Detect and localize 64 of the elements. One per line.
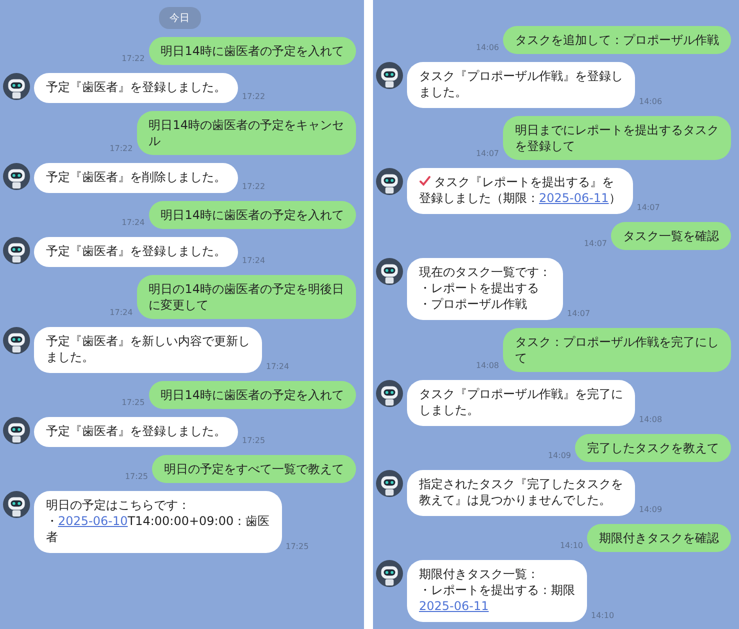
message-time: 14:09 [639,505,662,514]
user-message: 明日の予定をすべて一覧で教えて [152,455,356,483]
message-time: 14:07 [476,149,499,158]
message-time: 17:24 [266,362,290,371]
bot-message: 予定『歯医者』を登録しました。 [34,417,238,447]
message-time: 17:24 [122,218,145,227]
bot-message: 予定『歯医者』を登録しました。 [34,237,238,267]
message-time: 14:07 [567,309,590,318]
message-time: 14:07 [636,203,660,212]
message-time: 17:25 [242,436,266,445]
user-message: 期限付きタスクを確認 [587,524,731,552]
message-time: 14:08 [639,415,662,424]
robot-avatar-icon [3,163,30,190]
bot-message: 期限付きタスク一覧： ・レポートを提出する：期限 2025-06-11 [407,560,587,622]
robot-avatar-icon [376,168,403,195]
user-message: タスクを追加して：プロポーザル作戦 [503,26,731,54]
robot-avatar-icon [376,258,403,285]
message-time: 17:25 [122,398,145,407]
message-time: 14:06 [476,43,499,52]
user-message: 明日14時の歯医者の予定をキャンセ ル [136,111,356,155]
user-message: 明日14時に歯医者の予定を入れて [148,381,356,409]
message-time: 17:24 [110,308,133,317]
user-message: 明日14時に歯医者の予定を入れて [148,201,356,229]
bot-message: タスク『プロポーザル作戦』を完了に しました。 [407,380,635,426]
bot-message: 予定『歯医者』を新しい内容で更新し ました。 [34,327,262,373]
message-time: 17:22 [242,92,266,101]
robot-avatar-icon [3,327,30,354]
message-time: 17:22 [122,54,145,63]
user-message: 完了したタスクを教えて [575,434,731,462]
date-link[interactable]: 2025-06-10 [58,514,128,528]
message-time: 17:25 [286,542,309,551]
message-time: 14:06 [639,97,662,106]
robot-avatar-icon [3,491,30,518]
message-time: 14:07 [584,239,607,248]
bot-message: 指定されたタスク『完了したタスクを 教えて』は見つかりませんでした。 [407,470,635,516]
robot-avatar-icon [376,380,403,407]
message-time: 14:10 [591,611,614,620]
message-time: 17:22 [110,144,133,153]
bot-message: 予定『歯医者』を登録しました。 [34,73,238,103]
robot-avatar-icon [376,62,403,89]
user-message: タスク：プロポーザル作戦を完了にし て [503,328,731,372]
message-time: 14:09 [548,451,571,460]
user-message: 明日14時に歯医者の予定を入れて [148,37,356,65]
message-time: 14:08 [476,361,499,370]
bot-message: 予定『歯医者』を削除しました。 [34,163,238,193]
date-link[interactable]: 2025-06-11 [419,599,489,613]
robot-avatar-icon [376,470,403,497]
user-message: 明日の14時の歯医者の予定を明後日 に変更して [136,275,356,319]
date-link[interactable]: 2025-06-11 [539,191,609,205]
robot-avatar-icon [3,237,30,264]
user-message: タスク一覧を確認 [611,222,731,250]
bot-message: 現在のタスク一覧です： ・レポートを提出する ・プロポーザル作戦 [407,258,563,320]
robot-avatar-icon [376,560,403,587]
user-message: 明日までにレポートを提出するタスク を登録して [503,116,731,160]
bot-message: タスク『プロポーザル作戦』を登録し ました。 [407,62,635,108]
bot-message: 明日の予定はこちらです： ・2025-06-10T14:00:00+09:00：歯医 者 [34,491,282,553]
message-time: 17:22 [242,182,266,191]
robot-avatar-icon [3,73,30,100]
message-time: 17:24 [242,256,266,265]
message-time: 17:25 [124,472,148,481]
robot-avatar-icon [3,417,30,444]
bot-message: タスク『レポートを提出する』を 登録しました（期限：2025-06-11） [407,168,633,214]
date-label: 今日 [158,7,200,29]
message-time: 14:10 [560,541,583,550]
